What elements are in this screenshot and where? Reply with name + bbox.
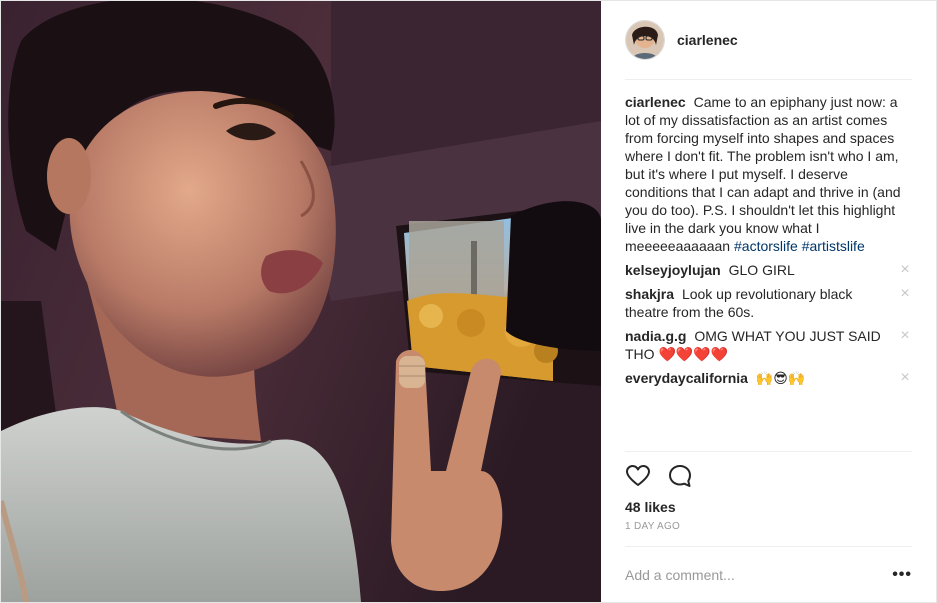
hashtag-link[interactable]: #artistslife [802, 238, 865, 254]
comment-input[interactable] [625, 566, 865, 583]
caption-text: Came to an epiphany just now: a lot of m… [625, 94, 901, 254]
post-photo[interactable] [1, 1, 601, 602]
comment-item: kelseyjoylujan GLO GIRL × [625, 261, 912, 279]
likes-count[interactable]: 48 likes [625, 499, 912, 515]
ellipsis-icon[interactable]: ••• [892, 566, 912, 584]
close-icon[interactable]: × [898, 327, 912, 345]
post-caption: ciarlenec Came to an epiphany just now: … [625, 93, 912, 255]
comments-list: ciarlenec Came to an epiphany just now: … [625, 80, 912, 451]
avatar[interactable] [625, 20, 665, 60]
comment-username[interactable]: shakjra [625, 286, 674, 302]
avatar-image [626, 21, 664, 59]
post-details-panel: ciarlenec ciarlenec Came to an epiphany … [601, 1, 936, 602]
comment-text: 🙌😎🙌 [755, 370, 806, 386]
close-icon[interactable]: × [898, 285, 912, 303]
add-comment-bar: ••• [625, 546, 912, 602]
selfie-image [1, 1, 601, 602]
comment-text: GLO GIRL [728, 262, 795, 278]
comment-username[interactable]: kelseyjoylujan [625, 262, 721, 278]
comment-item: shakjra Look up revolutionary black thea… [625, 285, 912, 321]
speech-bubble-icon[interactable] [667, 463, 693, 489]
instagram-post: ciarlenec ciarlenec Came to an epiphany … [0, 0, 937, 603]
comment-username[interactable]: everydaycalifornia [625, 370, 748, 386]
heart-outline-icon[interactable] [625, 463, 651, 489]
post-timestamp[interactable]: 1 DAY AGO [625, 521, 912, 532]
hashtag-link[interactable]: #actorslife [734, 238, 798, 254]
post-actions [625, 451, 912, 492]
close-icon[interactable]: × [898, 261, 912, 279]
post-header: ciarlenec [625, 1, 912, 80]
comment-item: everydaycalifornia 🙌😎🙌 × [625, 369, 912, 387]
header-username[interactable]: ciarlenec [677, 32, 738, 48]
caption-username[interactable]: ciarlenec [625, 94, 686, 110]
close-icon[interactable]: × [898, 369, 912, 387]
comment-username[interactable]: nadia.g.g [625, 328, 686, 344]
comment-item: nadia.g.g OMG WHAT YOU JUST SAID THO ❤️❤… [625, 327, 912, 363]
